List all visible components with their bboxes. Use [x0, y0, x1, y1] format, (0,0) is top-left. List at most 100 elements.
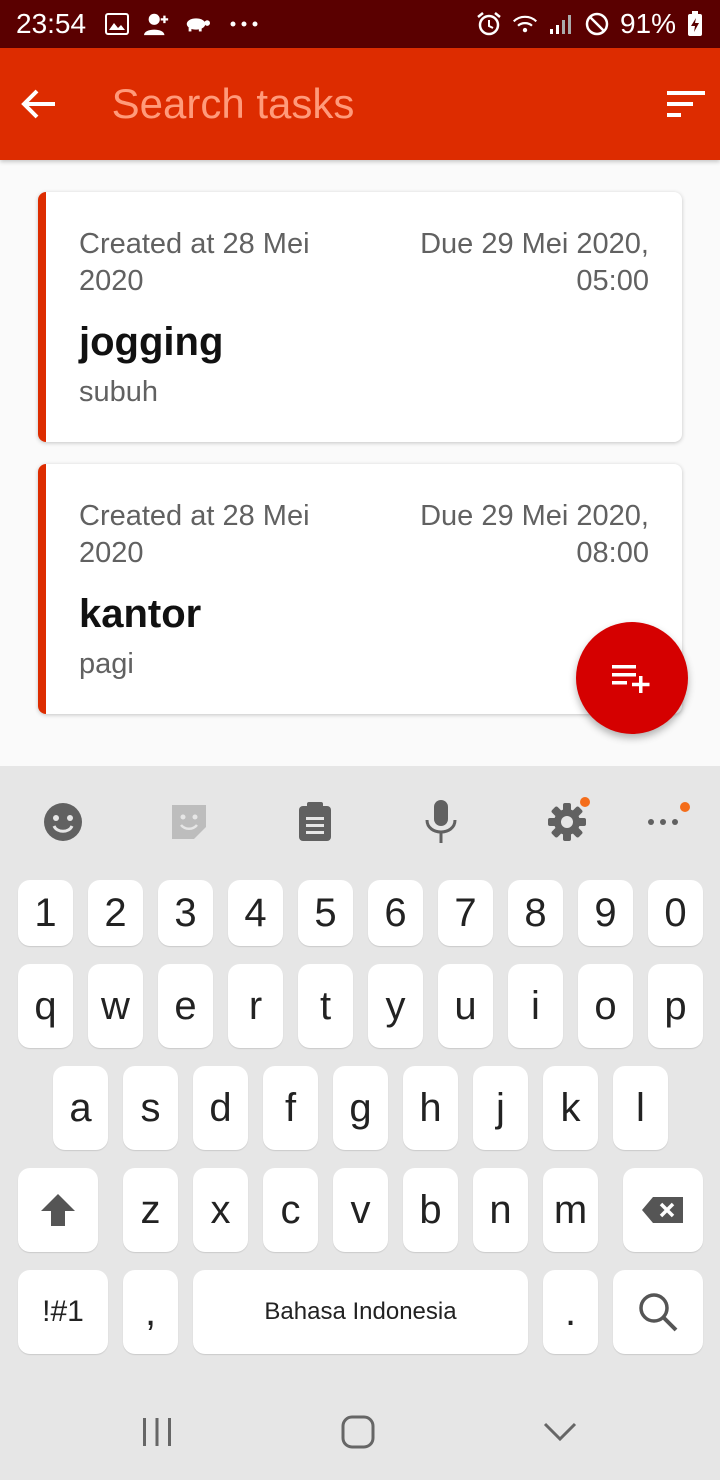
task-due: Due 29 Mei 2020, 05:00 — [420, 228, 649, 297]
wifi-icon — [512, 11, 538, 37]
backspace-icon — [642, 1197, 683, 1223]
key-p[interactable]: p — [648, 964, 703, 1048]
key-h[interactable]: h — [403, 1066, 458, 1150]
key-x[interactable]: x — [193, 1168, 248, 1252]
battery-charging-icon — [686, 11, 704, 37]
task-description: pagi — [79, 648, 134, 680]
card-accent — [38, 192, 46, 442]
shift-key[interactable] — [18, 1168, 98, 1252]
clipboard-button[interactable] — [270, 786, 360, 858]
back-button[interactable] — [0, 48, 79, 160]
more-icon — [648, 819, 678, 825]
emoji-icon — [44, 803, 82, 841]
do-not-disturb-icon — [584, 11, 610, 37]
key-s[interactable]: s — [123, 1066, 178, 1150]
key-6[interactable]: 6 — [368, 880, 423, 946]
notification-dot — [580, 797, 590, 807]
image-icon — [104, 11, 130, 37]
keyboard-settings-button[interactable] — [522, 786, 612, 858]
key-k[interactable]: k — [543, 1066, 598, 1150]
hide-keyboard-button[interactable] — [500, 1400, 620, 1464]
sticker-icon — [172, 805, 206, 839]
key-e[interactable]: e — [158, 964, 213, 1048]
period-key[interactable]: . — [543, 1270, 598, 1354]
key-1[interactable]: 1 — [18, 880, 73, 946]
recents-icon — [143, 1418, 171, 1446]
key-q[interactable]: q — [18, 964, 73, 1048]
key-i[interactable]: i — [508, 964, 563, 1048]
key-a[interactable]: a — [53, 1066, 108, 1150]
search-icon — [639, 1293, 678, 1332]
status-time: 23:54 — [16, 8, 87, 39]
alarm-icon — [476, 11, 502, 37]
navigation-bar — [0, 1380, 720, 1480]
key-w[interactable]: w — [88, 964, 143, 1048]
key-2[interactable]: 2 — [88, 880, 143, 946]
task-created: Created at 28 Mei 2020 — [79, 228, 310, 297]
sticker-button[interactable] — [144, 786, 234, 858]
key-g[interactable]: g — [333, 1066, 388, 1150]
key-8[interactable]: 8 — [508, 880, 563, 946]
search-key[interactable] — [613, 1270, 703, 1354]
more-dots-icon — [224, 11, 264, 37]
home-button[interactable] — [298, 1400, 418, 1464]
arrow-back-icon — [21, 89, 56, 119]
emoji-button[interactable] — [18, 786, 108, 858]
task-title: kantor — [79, 592, 202, 636]
search-input[interactable] — [78, 64, 653, 144]
add-task-button[interactable] — [576, 622, 688, 734]
key-c[interactable]: c — [263, 1168, 318, 1252]
key-d[interactable]: d — [193, 1066, 248, 1150]
card-accent — [38, 464, 46, 714]
add-person-icon — [144, 11, 170, 37]
clipboard-icon — [299, 802, 331, 841]
keyboard-toolbar — [0, 786, 720, 858]
mic-icon — [425, 800, 457, 843]
voice-input-button[interactable] — [396, 786, 486, 858]
task-card[interactable]: Created at 28 Mei 2020 Due 29 Mei 2020, … — [38, 192, 682, 442]
home-icon — [341, 1415, 375, 1449]
comma-key[interactable]: , — [123, 1270, 178, 1354]
symbols-key[interactable]: !#1 — [18, 1270, 108, 1354]
playlist-add-icon — [612, 665, 650, 693]
key-v[interactable]: v — [333, 1168, 388, 1252]
key-l[interactable]: l — [613, 1066, 668, 1150]
battery-percent: 91% — [619, 8, 676, 39]
task-due: Due 29 Mei 2020, 08:00 — [420, 500, 649, 569]
key-7[interactable]: 7 — [438, 880, 493, 946]
shift-icon — [41, 1194, 75, 1226]
key-u[interactable]: u — [438, 964, 493, 1048]
key-5[interactable]: 5 — [298, 880, 353, 946]
key-9[interactable]: 9 — [578, 880, 633, 946]
backspace-key[interactable] — [623, 1168, 703, 1252]
key-3[interactable]: 3 — [158, 880, 213, 946]
key-j[interactable]: j — [473, 1066, 528, 1150]
key-y[interactable]: y — [368, 964, 423, 1048]
notification-dot — [680, 802, 690, 812]
key-r[interactable]: r — [228, 964, 283, 1048]
keyboard-more-button[interactable] — [618, 786, 708, 858]
space-key[interactable]: Bahasa Indonesia — [193, 1270, 528, 1354]
key-0[interactable]: 0 — [648, 880, 703, 946]
recents-button[interactable] — [97, 1400, 217, 1464]
back-chevron-icon — [543, 1422, 577, 1442]
key-n[interactable]: n — [473, 1168, 528, 1252]
sort-icon — [667, 91, 706, 117]
key-f[interactable]: f — [263, 1066, 318, 1150]
key-4[interactable]: 4 — [228, 880, 283, 946]
key-t[interactable]: t — [298, 964, 353, 1048]
sort-button[interactable] — [653, 48, 720, 160]
key-o[interactable]: o — [578, 964, 633, 1048]
key-b[interactable]: b — [403, 1168, 458, 1252]
key-z[interactable]: z — [123, 1168, 178, 1252]
turtle-icon — [184, 11, 211, 37]
soft-keyboard: 1 2 3 4 5 6 7 8 9 0 q w e r t y u i o p … — [0, 766, 720, 1480]
signal-icon — [548, 11, 574, 37]
task-title: jogging — [79, 320, 224, 364]
task-created: Created at 28 Mei 2020 — [79, 500, 310, 569]
status-bar: 23:54 91% — [0, 0, 720, 48]
settings-icon — [548, 803, 586, 841]
search-toolbar — [0, 48, 720, 160]
key-m[interactable]: m — [543, 1168, 598, 1252]
task-description: subuh — [79, 376, 159, 408]
